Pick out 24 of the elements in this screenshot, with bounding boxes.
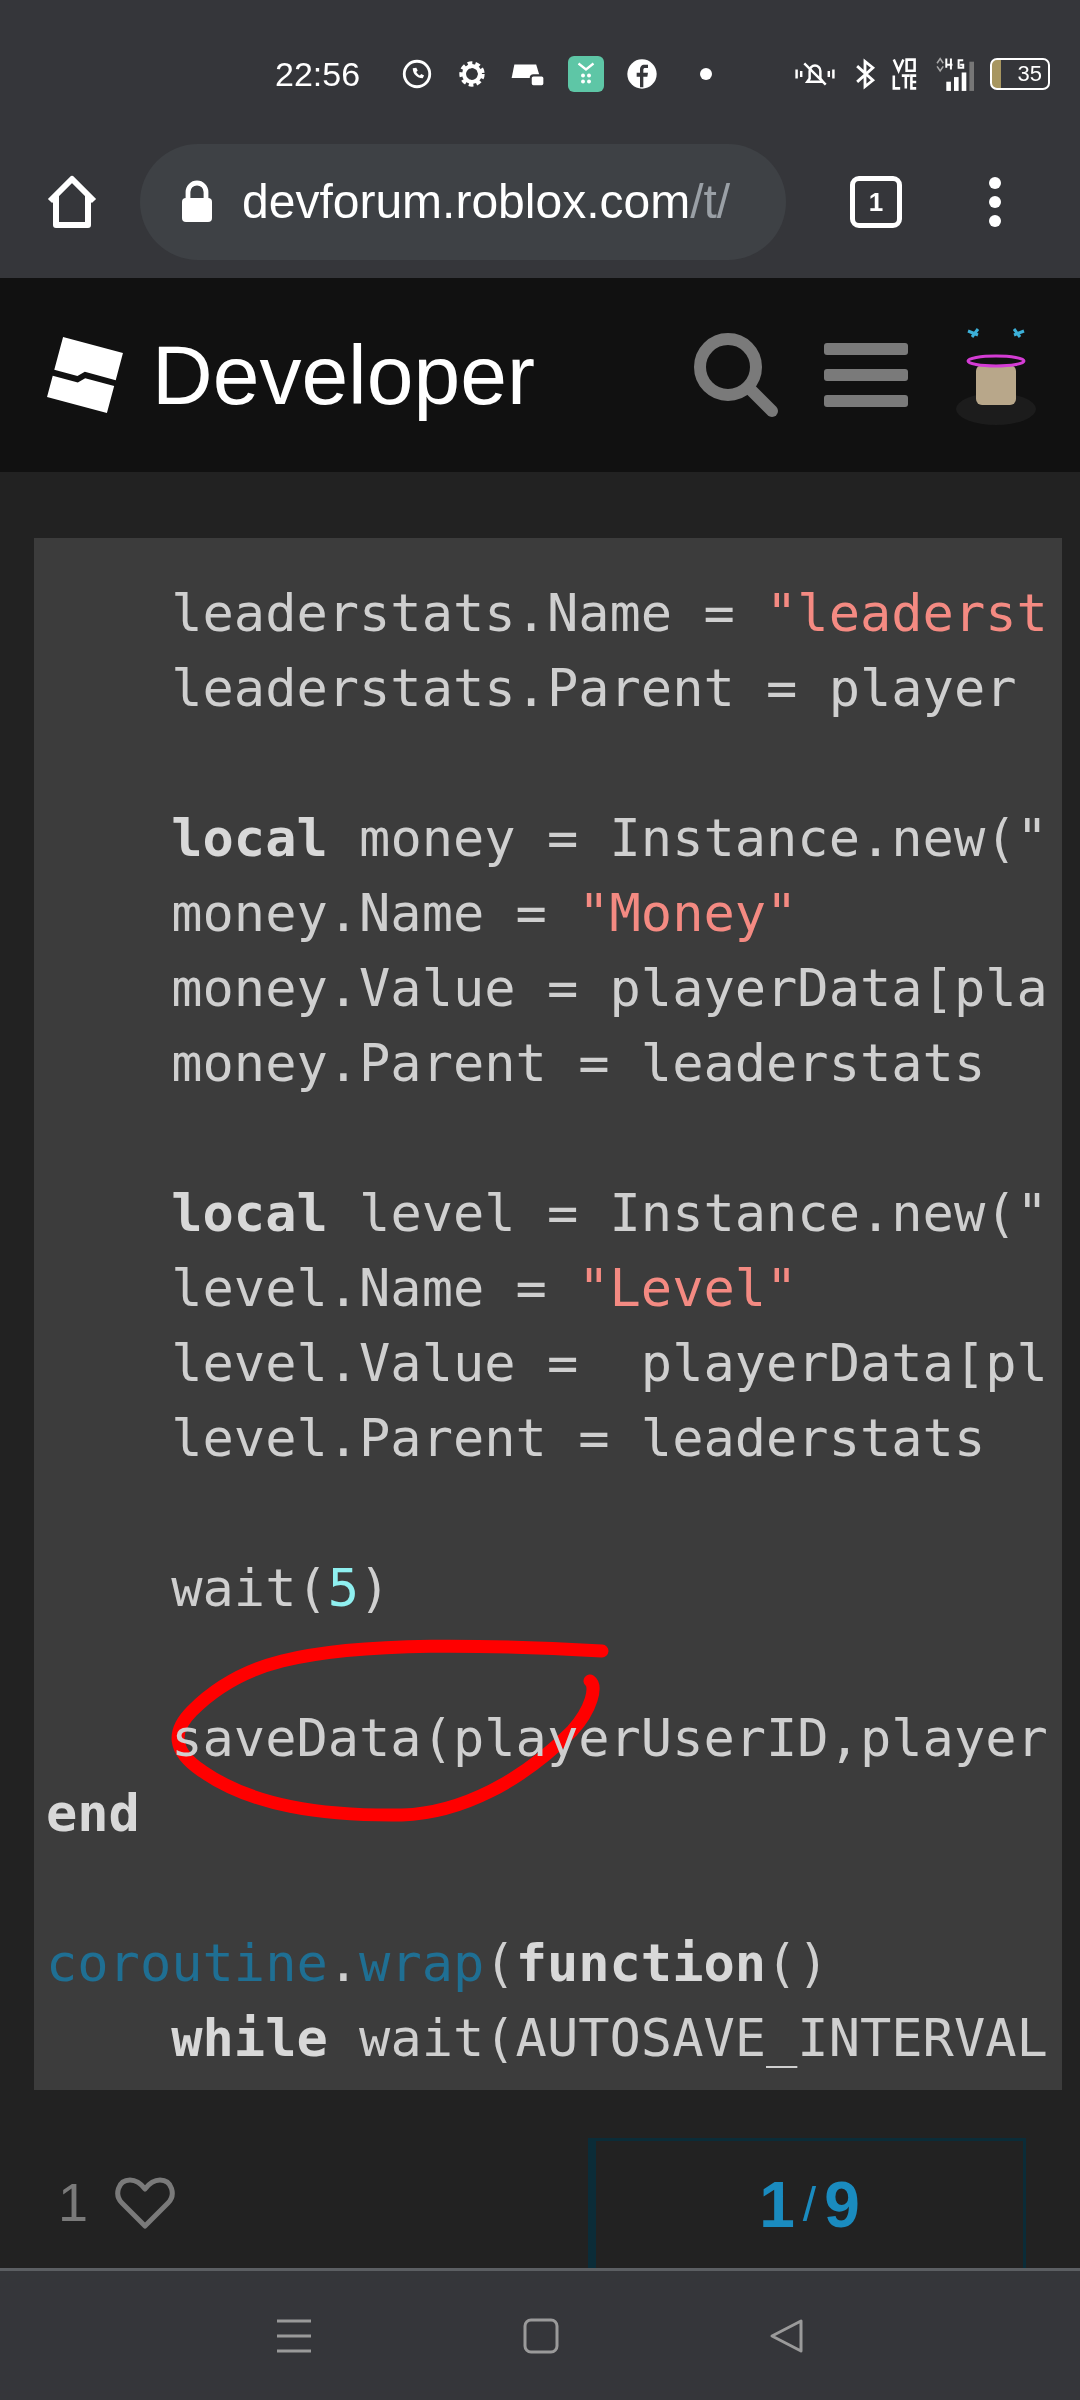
code-line: level.Name = "Level" [170, 1261, 798, 1314]
battery-level: 35 [1016, 63, 1044, 85]
bluetooth-icon [854, 58, 877, 90]
status-time: 22:56 [275, 53, 361, 95]
like-count: 1 [58, 2170, 89, 2234]
address-bar[interactable]: devforum.roblox.com/t/ [140, 144, 786, 260]
volte-icon [892, 58, 919, 90]
recent-apps-icon[interactable] [275, 2317, 313, 2354]
code-line: level.Parent = leaderstats [170, 1411, 986, 1464]
logo-icon[interactable] [46, 336, 124, 414]
lock-icon [180, 180, 214, 224]
signal-icon [934, 57, 975, 91]
code-line: end [46, 1786, 140, 1839]
tab-count-button[interactable]: 1 [850, 176, 902, 228]
code-line: leaderstats.Name = "leaderst [170, 586, 1048, 639]
app-icon [568, 56, 605, 92]
home-button-icon[interactable] [523, 2317, 559, 2354]
url-text: devforum.roblox.com/t/ [242, 174, 731, 230]
dot-icon [700, 68, 713, 80]
code-line: wait(5) [170, 1561, 391, 1614]
code-line: local level = Instance.new(" [170, 1186, 1048, 1239]
back-icon[interactable] [769, 2317, 805, 2354]
social-icon [626, 58, 659, 90]
more-options-icon[interactable] [988, 176, 1002, 228]
